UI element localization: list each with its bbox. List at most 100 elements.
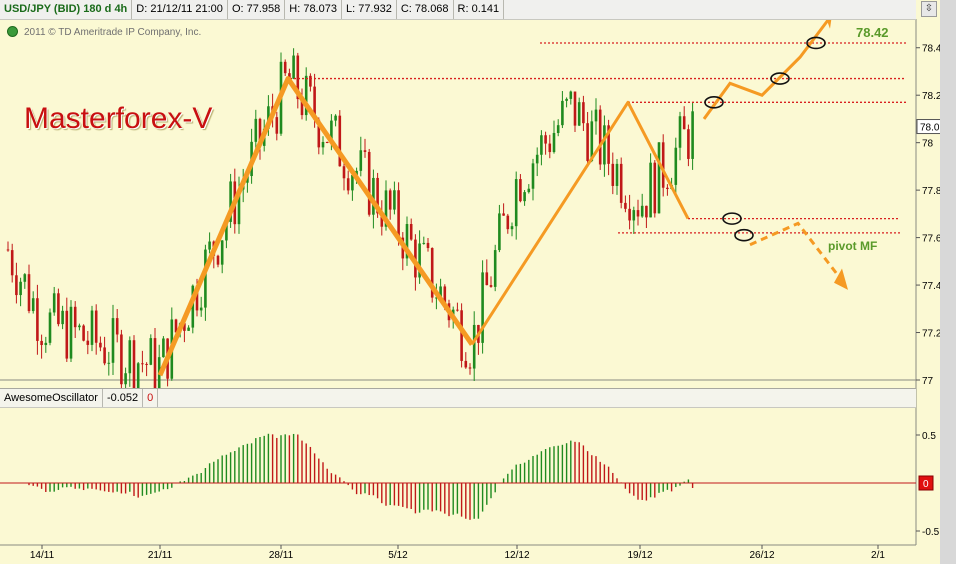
time-tick-label: 26/12: [749, 550, 774, 561]
candle-body: [292, 55, 295, 79]
pivot-label: pivot MF: [828, 239, 877, 253]
candle-body: [334, 115, 337, 121]
open-label: O: 77.958: [228, 0, 286, 19]
candle-body: [120, 334, 123, 385]
low-label: L: 77.932: [342, 0, 397, 19]
candle-body: [489, 285, 493, 287]
candle-body: [363, 150, 367, 152]
maximize-icon[interactable]: ⇳: [921, 1, 937, 17]
candle-body: [94, 310, 98, 343]
candle-body: [573, 91, 577, 126]
candle-body: [687, 129, 690, 159]
candle-body: [514, 179, 518, 227]
candle-body: [460, 310, 463, 361]
candle-body: [19, 281, 22, 296]
status-icon: [7, 26, 18, 37]
candle-body: [624, 202, 627, 209]
candle-body: [502, 213, 505, 216]
candle-body: [220, 240, 224, 265]
oscillator-value: -0.052: [103, 389, 144, 407]
price-tick-label: 78.2: [922, 91, 942, 102]
oscillator-name[interactable]: AwesomeOscillator: [0, 389, 103, 407]
candle-body: [325, 141, 329, 143]
candle-body: [603, 125, 606, 165]
candle-body: [674, 147, 678, 185]
candle-body: [611, 163, 615, 186]
oscillator-header: AwesomeOscillator -0.052 0: [0, 388, 916, 408]
candle-body: [136, 363, 140, 391]
candle-body: [128, 340, 132, 374]
time-tick-label: 5/12: [388, 550, 408, 561]
candle-body: [527, 188, 531, 193]
candle-body: [569, 91, 573, 99]
candle-body: [40, 340, 43, 346]
candle-body: [86, 340, 90, 345]
candle-body: [552, 132, 556, 153]
candle-body: [561, 100, 564, 126]
chart-window: 78.42 pivot MF 78.4 78.2 78 77.8 77.6 77.4 77.2…: [0, 0, 956, 564]
oscillator-histogram: [28, 433, 694, 520]
price-tick-label: 77.6: [922, 234, 942, 245]
candle-body: [456, 309, 459, 311]
candle-body: [493, 250, 497, 287]
price-tick-label: 77.8: [922, 186, 942, 197]
candle-body: [540, 135, 543, 155]
symbol-label[interactable]: USD/JPY (BID) 180 d 4h: [0, 0, 133, 19]
candle-body: [628, 208, 631, 221]
candle-body: [640, 205, 644, 217]
candle-body: [15, 275, 18, 296]
candle-body: [636, 210, 640, 217]
candle-body: [661, 142, 665, 188]
candle-body: [162, 338, 165, 358]
candle-body: [464, 360, 468, 368]
candle-body: [556, 125, 560, 133]
candle-body: [31, 298, 35, 312]
range-label: R: 0.141: [454, 0, 505, 19]
candle-body: [199, 307, 203, 311]
candle-body: [145, 363, 148, 365]
candle-body: [48, 312, 52, 343]
candle-body: [594, 109, 598, 122]
price-tick-label: 78.4: [922, 44, 942, 55]
time-tick-label: 28/11: [269, 550, 294, 561]
vertical-scrollbar[interactable]: [940, 0, 956, 564]
candle-body: [204, 249, 207, 308]
candle-body: [153, 338, 157, 390]
candle-body: [409, 224, 413, 240]
target-label: 78.42: [856, 25, 889, 40]
candle-body: [649, 162, 652, 218]
candle-body: [506, 215, 510, 230]
candle-body: [598, 109, 602, 165]
candle-body: [99, 342, 102, 348]
time-tick-label: 21/11: [148, 550, 173, 561]
candle-body: [548, 143, 552, 153]
time-axis: 14/11 21/11 28/11 5/12 12/12 19/12 26/12 2/1: [30, 545, 885, 561]
candle-body: [103, 347, 106, 364]
brand-title: Masterforex-V: [24, 102, 213, 135]
price-chart: 78.42 pivot MF 78.4 78.2 78 77.8 77.6 77.4 77.2…: [0, 0, 954, 561]
candle-body: [531, 163, 535, 189]
candle-body: [78, 325, 81, 328]
time-tick-label: 14/11: [30, 550, 55, 561]
candle-body: [481, 272, 484, 343]
price-tick-label: 78: [922, 139, 934, 150]
candle-body: [52, 293, 56, 313]
candle-body: [510, 226, 514, 230]
date-label: D: 21/12/11 21:00: [132, 0, 228, 19]
candle-body: [577, 102, 581, 126]
candle-body: [115, 318, 119, 335]
candle-body: [565, 98, 568, 101]
candle-body: [275, 117, 279, 134]
candle-body: [393, 190, 396, 210]
candle-body: [519, 179, 522, 202]
high-label: H: 78.073: [285, 0, 342, 19]
time-tick-label: 2/1: [871, 550, 885, 561]
candle-body: [485, 272, 489, 286]
candle-body: [27, 274, 31, 312]
candle-body: [653, 162, 657, 214]
time-tick-label: 12/12: [504, 550, 529, 561]
candle-body: [309, 75, 312, 87]
candle-body: [342, 166, 346, 179]
candle-body: [498, 213, 501, 251]
candle-body: [61, 310, 64, 325]
